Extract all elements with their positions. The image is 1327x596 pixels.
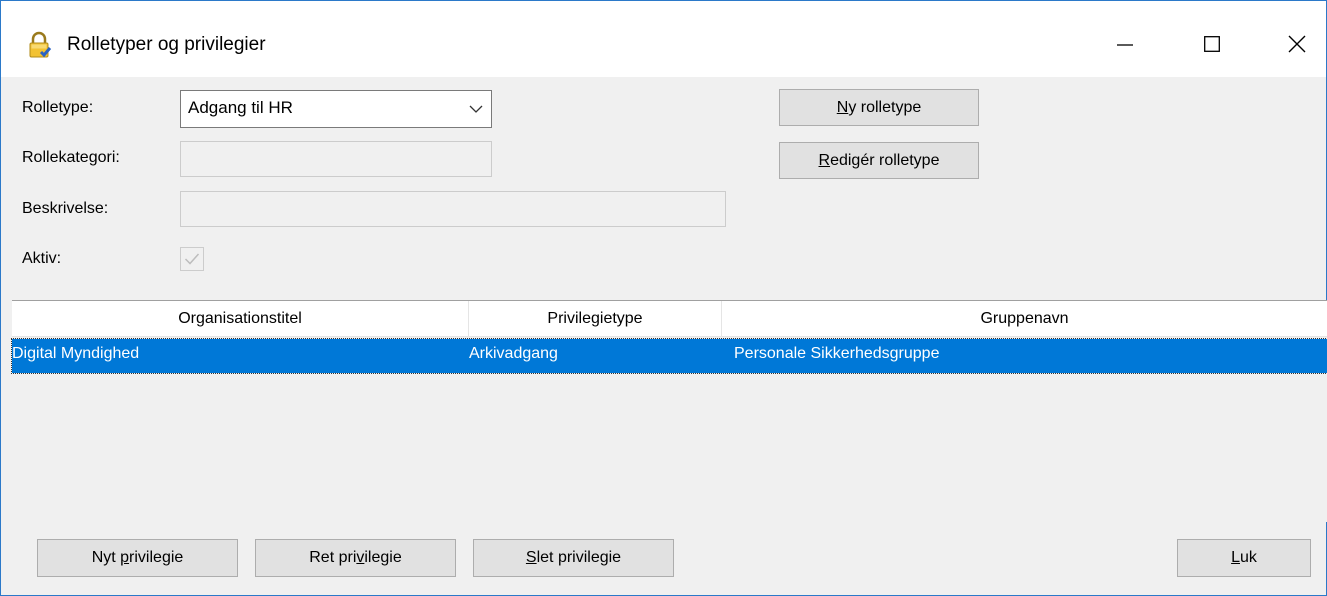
window-title: Rolletyper og privilegier	[67, 34, 266, 55]
rolletype-combobox[interactable]: Adgang til HR	[180, 90, 492, 128]
check-icon	[184, 253, 200, 265]
nyt-privilegie-prefix: Nyt	[91, 549, 121, 566]
rediger-rolletype-label: edigér rolletype	[830, 151, 940, 169]
beskrivelse-label: Beskrivelse:	[22, 200, 109, 217]
luk-label: uk	[1240, 549, 1257, 566]
rollekategori-field[interactable]	[180, 141, 492, 177]
slet-privilegie-mnemonic: S	[525, 549, 537, 566]
ny-rolletype-label: y rolletype	[848, 98, 922, 116]
cell-privilegietype: Arkivadgang	[469, 345, 558, 362]
nyt-privilegie-mnemonic: p	[120, 549, 130, 566]
rolletype-label: Rolletype:	[22, 99, 94, 116]
slet-privilegie-button[interactable]: Slet privilegie	[473, 539, 674, 577]
dialog-window: Rolletyper og privilegier Rolletype: Adg…	[0, 0, 1327, 596]
minimize-button[interactable]	[1094, 19, 1156, 69]
title-bar[interactable]: Rolletyper og privilegier	[1, 1, 1326, 77]
aktiv-checkbox[interactable]	[180, 247, 204, 271]
ret-privilegie-button[interactable]: Ret pri v ilegie	[255, 539, 456, 577]
beskrivelse-field[interactable]	[180, 191, 726, 227]
close-button[interactable]	[1266, 19, 1327, 69]
rediger-rolletype-button[interactable]: Redigér rolletype	[779, 142, 979, 179]
maximize-button[interactable]	[1181, 19, 1243, 69]
nyt-privilegie-label: rivilegie	[129, 549, 184, 566]
table-header: Organisationstitel Privilegietype Gruppe…	[12, 301, 1327, 337]
ny-rolletype-mnemonic: N	[836, 98, 849, 116]
table-row[interactable]: Digital Myndighed Arkivadgang Personale …	[11, 338, 1327, 374]
luk-button[interactable]: Luk	[1177, 539, 1311, 577]
ret-privilegie-prefix: Ret pri	[309, 549, 357, 566]
luk-mnemonic: L	[1231, 549, 1240, 566]
maximize-icon	[1204, 36, 1220, 52]
ny-rolletype-button[interactable]: Ny rolletype	[779, 89, 979, 126]
close-icon	[1288, 35, 1306, 53]
column-header-organisationstitel[interactable]: Organisationstitel	[12, 301, 469, 337]
privileges-table[interactable]: Organisationstitel Privilegietype Gruppe…	[11, 300, 1327, 522]
minimize-icon	[1117, 44, 1133, 46]
ret-privilegie-mnemonic: v	[356, 549, 365, 566]
chevron-down-icon	[469, 102, 483, 121]
slet-privilegie-label: let privilegie	[536, 549, 622, 566]
rediger-rolletype-mnemonic: R	[818, 151, 831, 169]
rollekategori-label: Rollekategori:	[22, 149, 120, 166]
column-header-privilegietype[interactable]: Privilegietype	[469, 301, 722, 337]
nyt-privilegie-button[interactable]: Nyt p rivilegie	[37, 539, 238, 577]
aktiv-label: Aktiv:	[22, 250, 62, 267]
column-header-gruppenavn[interactable]: Gruppenavn	[722, 301, 1327, 337]
lock-icon	[27, 31, 53, 59]
ret-privilegie-label: ilegie	[364, 549, 402, 566]
cell-gruppenavn: Personale Sikkerhedsgruppe	[734, 345, 940, 362]
cell-organisationstitel: Digital Myndighed	[12, 345, 140, 362]
rolletype-value: Adgang til HR	[188, 98, 293, 117]
